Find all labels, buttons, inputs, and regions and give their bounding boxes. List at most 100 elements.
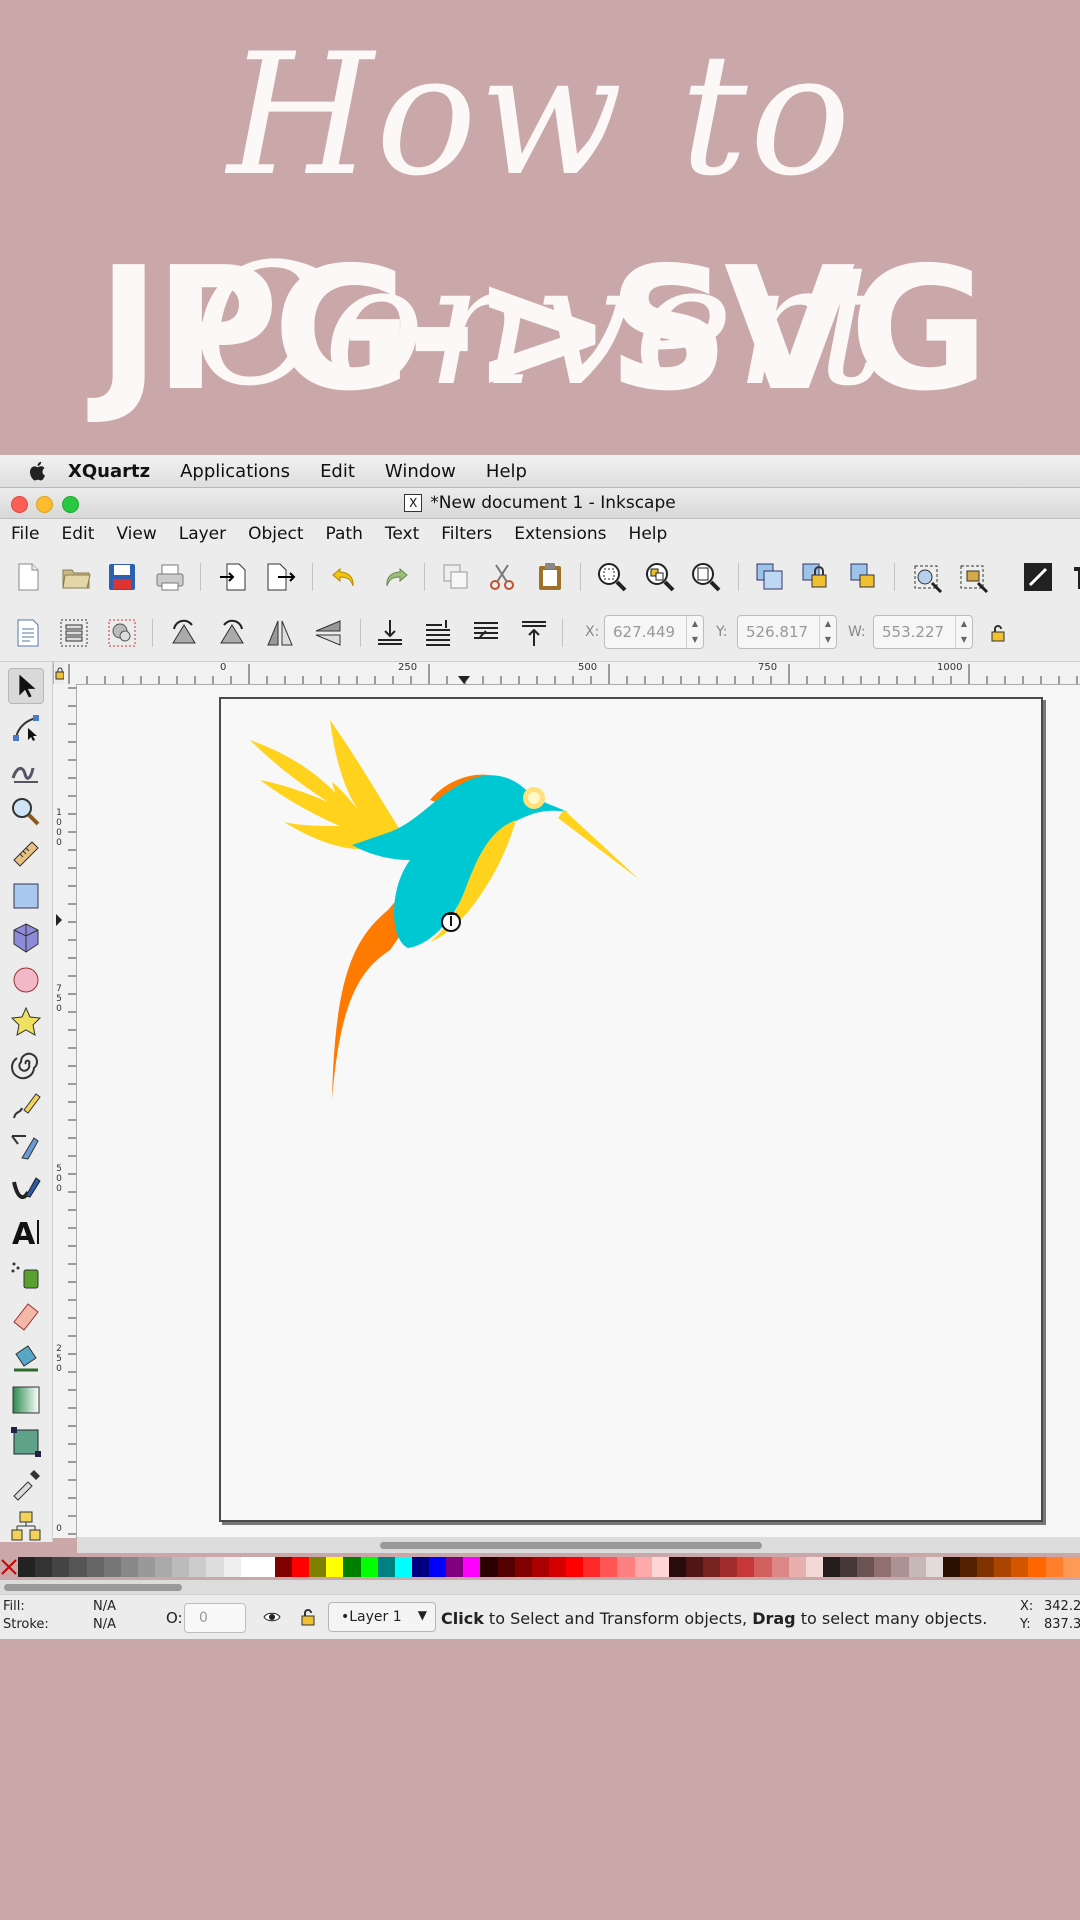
cut-icon[interactable]	[486, 561, 518, 593]
layer-dropdown[interactable]: •Layer 1 ▼	[328, 1602, 436, 1632]
lock-ratio-icon[interactable]	[988, 623, 1008, 643]
color-swatch[interactable]	[309, 1557, 327, 1577]
lock-group-icon[interactable]	[800, 561, 832, 593]
color-swatch[interactable]	[651, 1557, 669, 1577]
pen-tool-icon[interactable]	[1022, 561, 1054, 593]
color-swatch[interactable]	[566, 1557, 584, 1577]
spray-tool-icon[interactable]	[8, 1256, 44, 1292]
ruler-vertical[interactable]: 1000 750 500 250 0	[52, 684, 77, 1538]
menu-help[interactable]: Help	[486, 461, 527, 482]
select-all-icon[interactable]	[12, 617, 44, 649]
ellipse-tool-icon[interactable]	[8, 962, 44, 998]
color-swatch[interactable]	[857, 1557, 875, 1577]
zoom-page-icon[interactable]	[690, 561, 722, 593]
paste-icon[interactable]	[534, 561, 566, 593]
duplicate-icon[interactable]	[440, 561, 472, 593]
color-swatch[interactable]	[69, 1557, 87, 1577]
color-swatch[interactable]	[891, 1557, 909, 1577]
color-swatch[interactable]	[788, 1557, 806, 1577]
menu-edit[interactable]: Edit	[320, 461, 355, 482]
zoom-selection-icon[interactable]	[596, 561, 628, 593]
mesh-tool-icon[interactable]	[8, 1424, 44, 1460]
color-swatch[interactable]	[822, 1557, 840, 1577]
flip-vertical-icon[interactable]	[312, 617, 344, 649]
color-swatch[interactable]	[155, 1557, 173, 1577]
color-swatch[interactable]	[360, 1557, 378, 1577]
color-swatch[interactable]	[668, 1557, 686, 1577]
select-all-layers-icon[interactable]	[58, 617, 90, 649]
rectangle-tool-icon[interactable]	[8, 878, 44, 914]
menu-filters[interactable]: Filters	[441, 524, 492, 544]
apple-icon[interactable]	[26, 459, 50, 483]
color-swatch[interactable]	[274, 1557, 292, 1577]
fill-stroke-icon[interactable]	[912, 561, 944, 593]
overflow-icon[interactable]	[1064, 561, 1080, 593]
color-swatch[interactable]	[1062, 1557, 1080, 1577]
menu-extensions[interactable]: Extensions	[514, 524, 606, 544]
color-swatch[interactable]	[411, 1557, 429, 1577]
zoom-tool-icon[interactable]	[8, 794, 44, 830]
star-tool-icon[interactable]	[8, 1004, 44, 1040]
gradient-tool-icon[interactable]	[8, 1382, 44, 1418]
horizontal-scrollbar-thumb[interactable]	[380, 1542, 762, 1549]
color-swatch[interactable]	[18, 1557, 36, 1577]
paint-bucket-tool-icon[interactable]	[8, 1340, 44, 1376]
color-swatch[interactable]	[120, 1557, 138, 1577]
menu-layer[interactable]: Layer	[179, 524, 226, 544]
flip-horizontal-icon[interactable]	[264, 617, 296, 649]
color-swatch[interactable]	[223, 1557, 241, 1577]
color-swatch[interactable]	[583, 1557, 601, 1577]
raise-to-top-icon[interactable]	[518, 617, 550, 649]
color-swatch[interactable]	[1028, 1557, 1046, 1577]
color-swatch[interactable]	[685, 1557, 703, 1577]
menu-path[interactable]: Path	[326, 524, 363, 544]
hummingbird-artwork[interactable]	[240, 720, 660, 1110]
lower-icon[interactable]	[422, 617, 454, 649]
color-swatch[interactable]	[326, 1557, 344, 1577]
color-swatch[interactable]	[720, 1557, 738, 1577]
color-swatch[interactable]	[446, 1557, 464, 1577]
stroke-value[interactable]: N/A	[93, 1617, 116, 1632]
color-swatch[interactable]	[172, 1557, 190, 1577]
color-swatch[interactable]	[548, 1557, 566, 1577]
palette-scrollbar-thumb[interactable]	[4, 1584, 182, 1591]
calligraphy-tool-icon[interactable]	[8, 1172, 44, 1208]
opacity-input[interactable]: 0	[184, 1603, 246, 1633]
pen-tool-icon[interactable]	[8, 1130, 44, 1166]
color-swatch[interactable]	[737, 1557, 755, 1577]
color-swatch[interactable]	[343, 1557, 361, 1577]
menu-object[interactable]: Object	[248, 524, 303, 544]
color-swatch[interactable]	[35, 1557, 53, 1577]
color-swatch[interactable]	[805, 1557, 823, 1577]
new-document-icon[interactable]	[12, 561, 44, 593]
3d-box-tool-icon[interactable]	[8, 920, 44, 956]
color-swatch[interactable]	[394, 1557, 412, 1577]
rotate-ccw-icon[interactable]	[168, 617, 200, 649]
dropper-tool-icon[interactable]	[8, 1466, 44, 1502]
ruler-horizontal[interactable]: 0 250 500 750 1000	[64, 662, 1080, 685]
color-swatch[interactable]	[257, 1557, 275, 1577]
color-swatch[interactable]	[137, 1557, 155, 1577]
color-swatch[interactable]	[497, 1557, 515, 1577]
no-paint-swatch[interactable]	[0, 1557, 18, 1577]
menu-view[interactable]: View	[116, 524, 156, 544]
color-swatch[interactable]	[874, 1557, 892, 1577]
color-swatch[interactable]	[531, 1557, 549, 1577]
import-icon[interactable]	[218, 561, 250, 593]
menu-file[interactable]: File	[11, 524, 39, 544]
menu-edit[interactable]: Edit	[61, 524, 94, 544]
color-swatch[interactable]	[908, 1557, 926, 1577]
redo-icon[interactable]	[378, 561, 410, 593]
w-stepper[interactable]: ▲ ▼	[955, 616, 972, 648]
color-swatch[interactable]	[52, 1557, 70, 1577]
y-stepper[interactable]: ▲ ▼	[819, 616, 836, 648]
color-swatch[interactable]	[600, 1557, 618, 1577]
menu-xquartz[interactable]: XQuartz	[68, 461, 150, 482]
raise-icon[interactable]	[470, 617, 502, 649]
print-icon[interactable]	[154, 561, 186, 593]
deselect-icon[interactable]	[106, 617, 138, 649]
group-icon[interactable]	[754, 561, 786, 593]
color-swatch[interactable]	[189, 1557, 207, 1577]
color-swatch[interactable]	[1011, 1557, 1029, 1577]
open-folder-icon[interactable]	[60, 561, 92, 593]
